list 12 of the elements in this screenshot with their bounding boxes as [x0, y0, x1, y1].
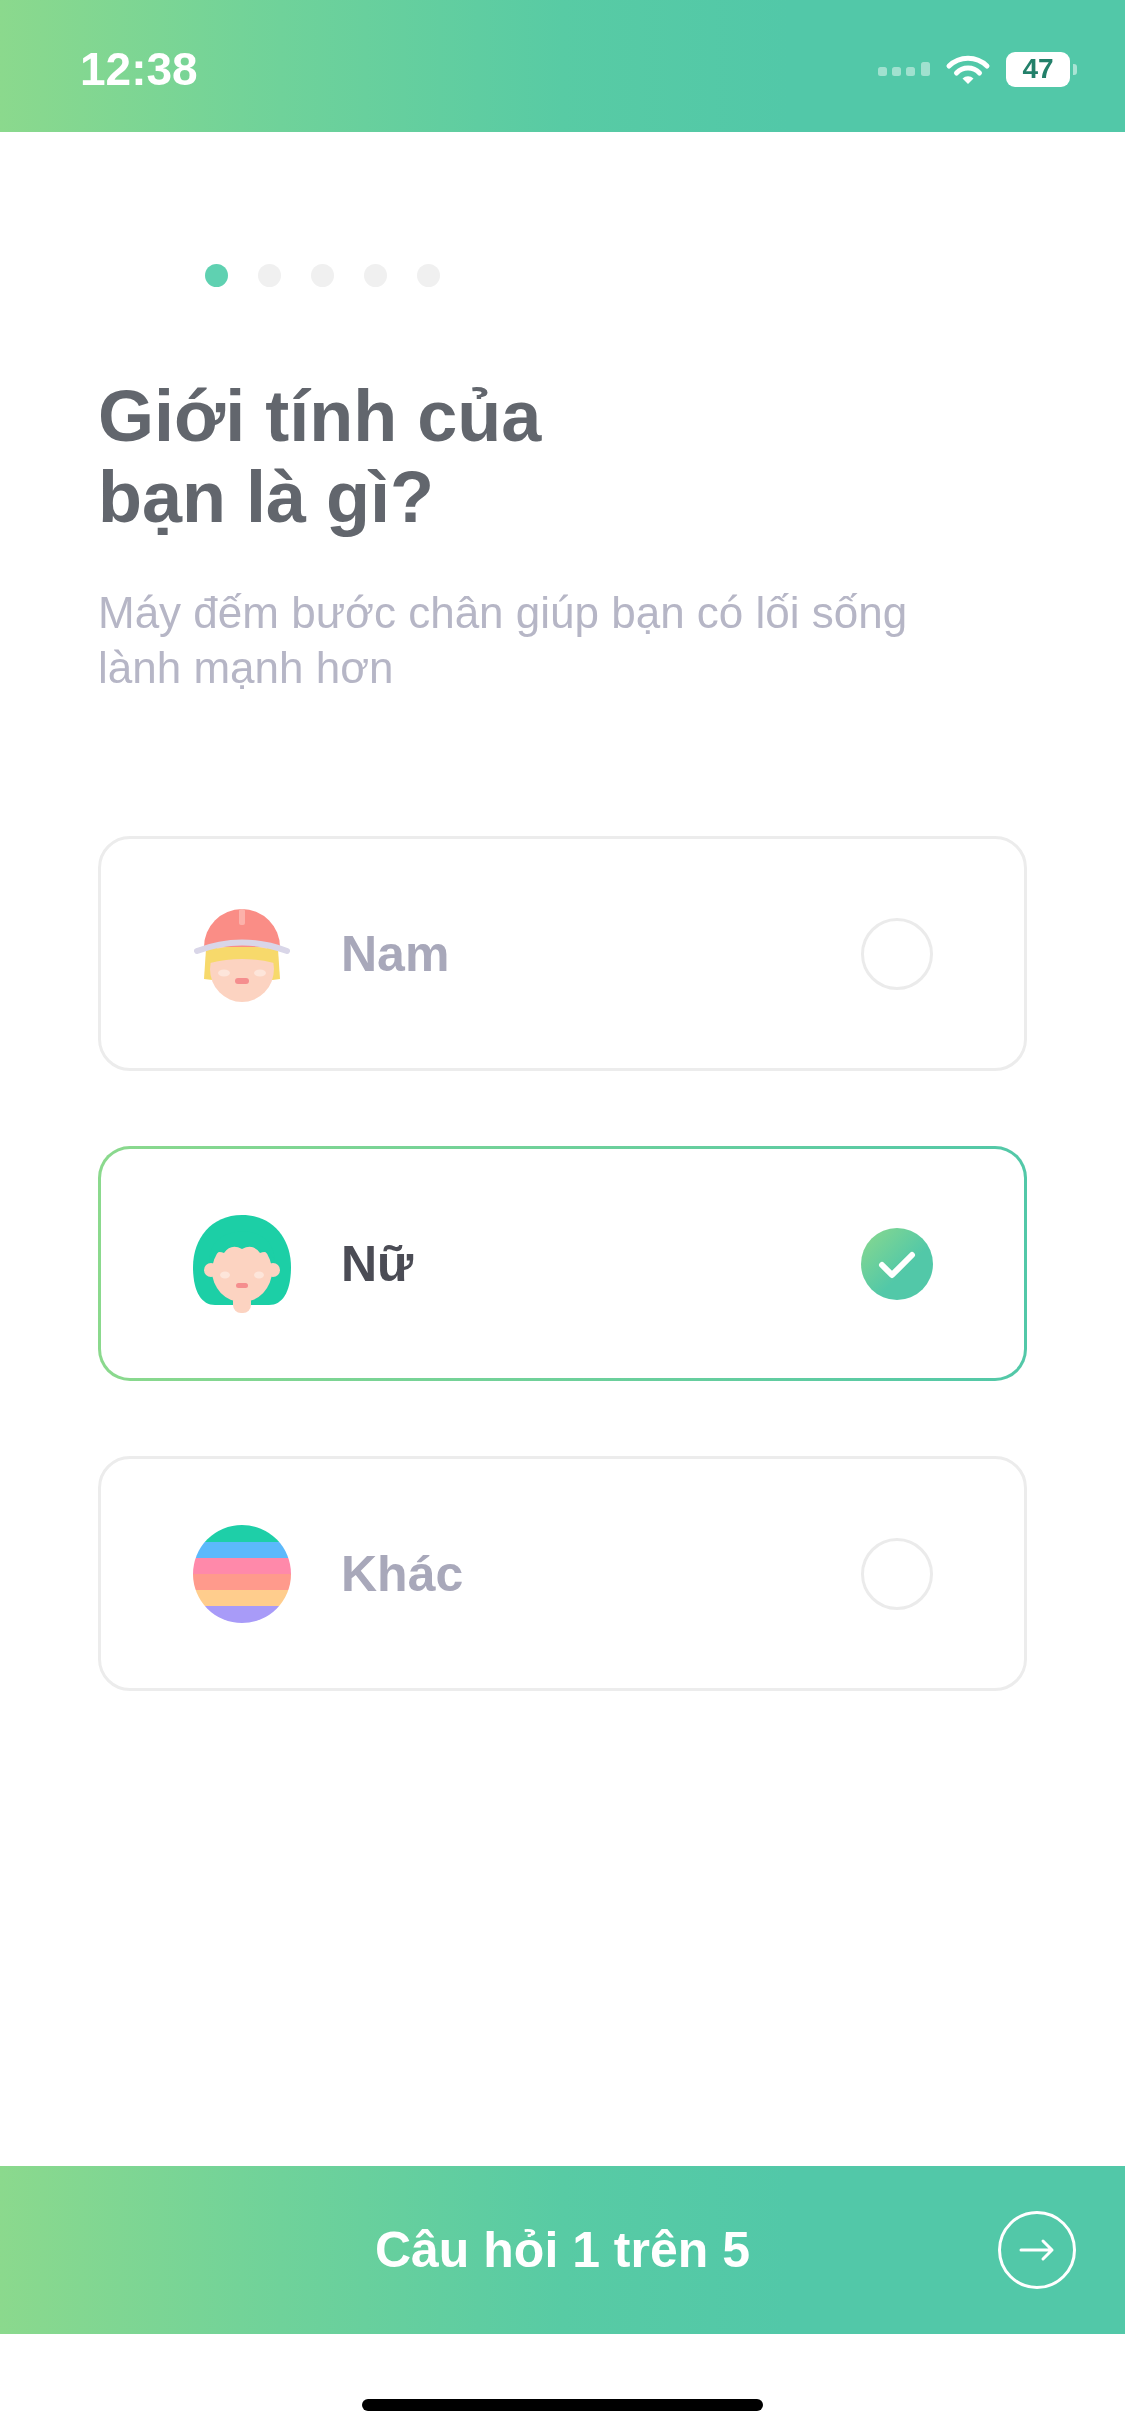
battery-indicator: 47 [1006, 51, 1077, 87]
question-title: Giới tính của bạn là gì? [98, 376, 543, 538]
option-card[interactable]: Khác [98, 1456, 1027, 1691]
wifi-icon [945, 53, 991, 85]
question-counter: Câu hỏi 1 trên 5 [374, 2221, 751, 2279]
option-card[interactable]: Nam [98, 836, 1027, 1071]
status-time: 12:38 [80, 46, 198, 92]
question-subtitle: Máy đếm bước chân giúp bạn có lối sống lành mạnh hơn [98, 587, 909, 694]
signal-icon [878, 62, 930, 76]
option-card[interactable]: Nữ [98, 1146, 1027, 1381]
rainbow-stripes-icon [193, 1524, 291, 1623]
girl-avatar-icon [193, 1214, 291, 1313]
